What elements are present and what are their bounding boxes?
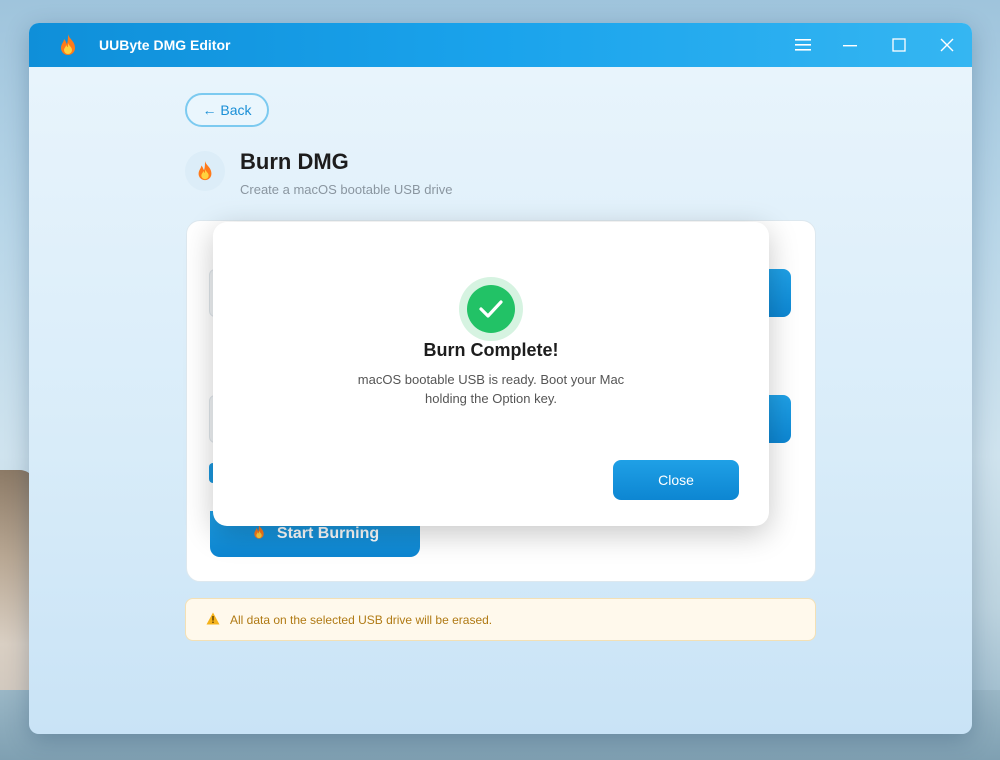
minimize-icon[interactable] xyxy=(836,31,864,59)
burn-complete-dialog: Burn Complete! macOS bootable USB is rea… xyxy=(213,222,769,526)
start-burning-label: Start Burning xyxy=(276,525,380,542)
check-circle-icon xyxy=(467,285,515,333)
success-badge xyxy=(459,277,523,341)
back-button[interactable]: ← Back xyxy=(185,93,269,127)
flame-icon xyxy=(185,151,225,191)
dialog-title: Burn Complete! xyxy=(423,340,559,360)
warning-banner: All data on the selected USB drive will … xyxy=(185,598,816,641)
app-title: UUByte DMG Editor xyxy=(99,37,231,53)
close-icon[interactable] xyxy=(933,31,961,59)
warning-triangle-icon xyxy=(206,612,220,628)
title-bar: UUByte DMG Editor xyxy=(29,23,972,67)
app-window: UUByte DMG Editor ← Back Burn DMG Create… xyxy=(29,23,972,734)
dialog-message: macOS bootable USB is ready. Boot your M… xyxy=(357,372,625,406)
flame-icon xyxy=(251,524,267,545)
flame-icon xyxy=(56,33,80,57)
warning-text: All data on the selected USB drive will … xyxy=(230,612,493,627)
close-button[interactable]: Close xyxy=(613,460,739,500)
maximize-icon[interactable] xyxy=(885,31,913,59)
page-title: Burn DMG xyxy=(240,149,349,174)
page-subtitle: Create a macOS bootable USB drive xyxy=(240,182,453,197)
hamburger-icon[interactable] xyxy=(789,31,817,59)
